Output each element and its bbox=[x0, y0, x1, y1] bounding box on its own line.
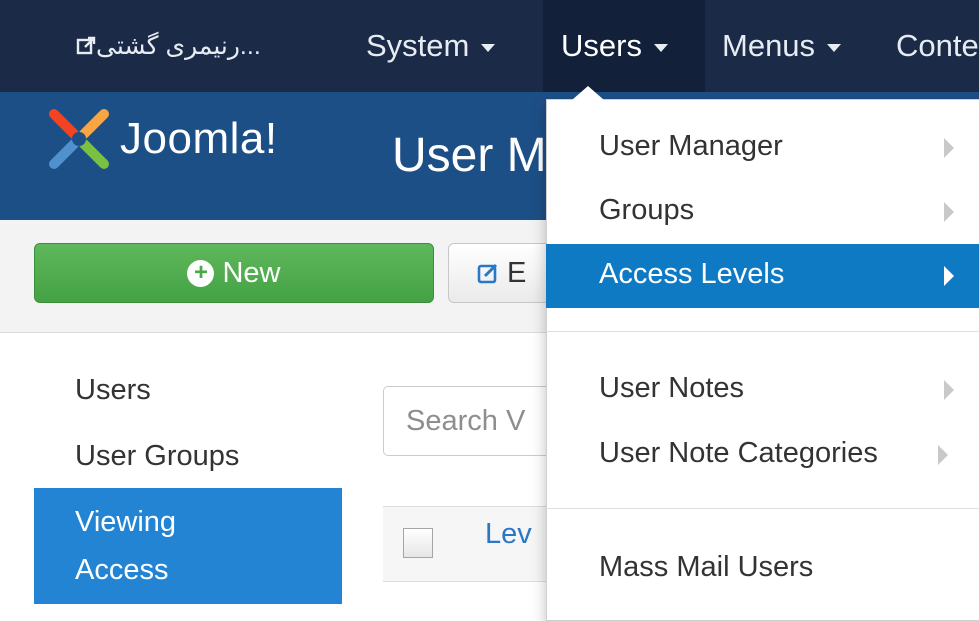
menu-item-label: User Manager bbox=[599, 130, 783, 162]
external-link-icon bbox=[76, 36, 96, 55]
chevron-right-icon bbox=[944, 266, 954, 286]
edit-button-label: E bbox=[507, 256, 527, 289]
menu-divider bbox=[546, 508, 979, 509]
logo-text: Joomla! bbox=[120, 114, 278, 163]
menu-item-label: User Note Categories bbox=[599, 437, 878, 469]
nav-menus-label: Menus bbox=[722, 28, 816, 63]
new-button[interactable]: + New bbox=[34, 243, 434, 303]
joomla-logo[interactable]: Joomla! bbox=[46, 108, 278, 170]
menu-item-mass-mail-users[interactable]: Mass Mail Users bbox=[546, 537, 979, 601]
sidebar-item-user-groups[interactable]: User Groups bbox=[75, 440, 239, 473]
page-title: User M bbox=[392, 129, 547, 182]
nav-system-menu[interactable]: System bbox=[366, 0, 496, 92]
menu-item-groups[interactable]: Groups bbox=[546, 180, 979, 244]
caret-down-icon bbox=[653, 44, 668, 52]
edit-icon bbox=[477, 263, 498, 284]
joomla-logo-icon bbox=[49, 109, 109, 169]
search-placeholder: Search V bbox=[406, 404, 526, 437]
chevron-right-icon bbox=[944, 380, 954, 400]
caret-down-icon bbox=[827, 44, 842, 52]
new-button-label: New bbox=[222, 256, 281, 289]
menu-item-user-notes[interactable]: User Notes bbox=[546, 358, 979, 422]
menu-divider bbox=[546, 331, 979, 332]
nav-users-menu[interactable]: Users bbox=[543, 0, 705, 92]
nav-site-link[interactable]: ...رنیمری گشتی bbox=[64, 0, 261, 92]
menu-item-user-manager[interactable]: User Manager bbox=[546, 116, 979, 180]
nav-content-menu[interactable]: Conte bbox=[896, 0, 979, 92]
dropdown-arrow bbox=[572, 86, 604, 100]
plus-circle-icon: + bbox=[187, 259, 215, 287]
site-name-label: ...رنیمری گشتی bbox=[96, 32, 261, 60]
caret-down-icon bbox=[481, 44, 496, 52]
nav-users-label: Users bbox=[561, 28, 642, 63]
nav-content-label: Conte bbox=[896, 28, 979, 63]
sidebar-item-label: Access bbox=[75, 554, 169, 586]
column-header-level[interactable]: Lev bbox=[485, 518, 532, 551]
menu-item-label: Mass Mail Users bbox=[599, 551, 814, 583]
chevron-right-icon bbox=[944, 202, 954, 222]
menu-item-label: User Notes bbox=[599, 372, 745, 404]
chevron-right-icon bbox=[944, 138, 954, 158]
nav-menus-menu[interactable]: Menus bbox=[722, 0, 842, 92]
sidebar-item-viewing-access[interactable]: Viewing Access bbox=[34, 488, 342, 604]
menu-item-user-note-categories[interactable]: User Note Categories bbox=[546, 423, 979, 487]
menu-item-access-levels[interactable]: Access Levels bbox=[546, 244, 979, 308]
select-all-checkbox[interactable] bbox=[403, 528, 433, 558]
chevron-right-icon bbox=[938, 445, 948, 465]
sidebar-item-users[interactable]: Users bbox=[75, 374, 151, 407]
menu-item-label: Access Levels bbox=[599, 258, 785, 290]
sidebar-item-label: Viewing bbox=[75, 506, 177, 538]
menu-item-label: Groups bbox=[599, 194, 695, 226]
nav-system-label: System bbox=[366, 28, 470, 63]
